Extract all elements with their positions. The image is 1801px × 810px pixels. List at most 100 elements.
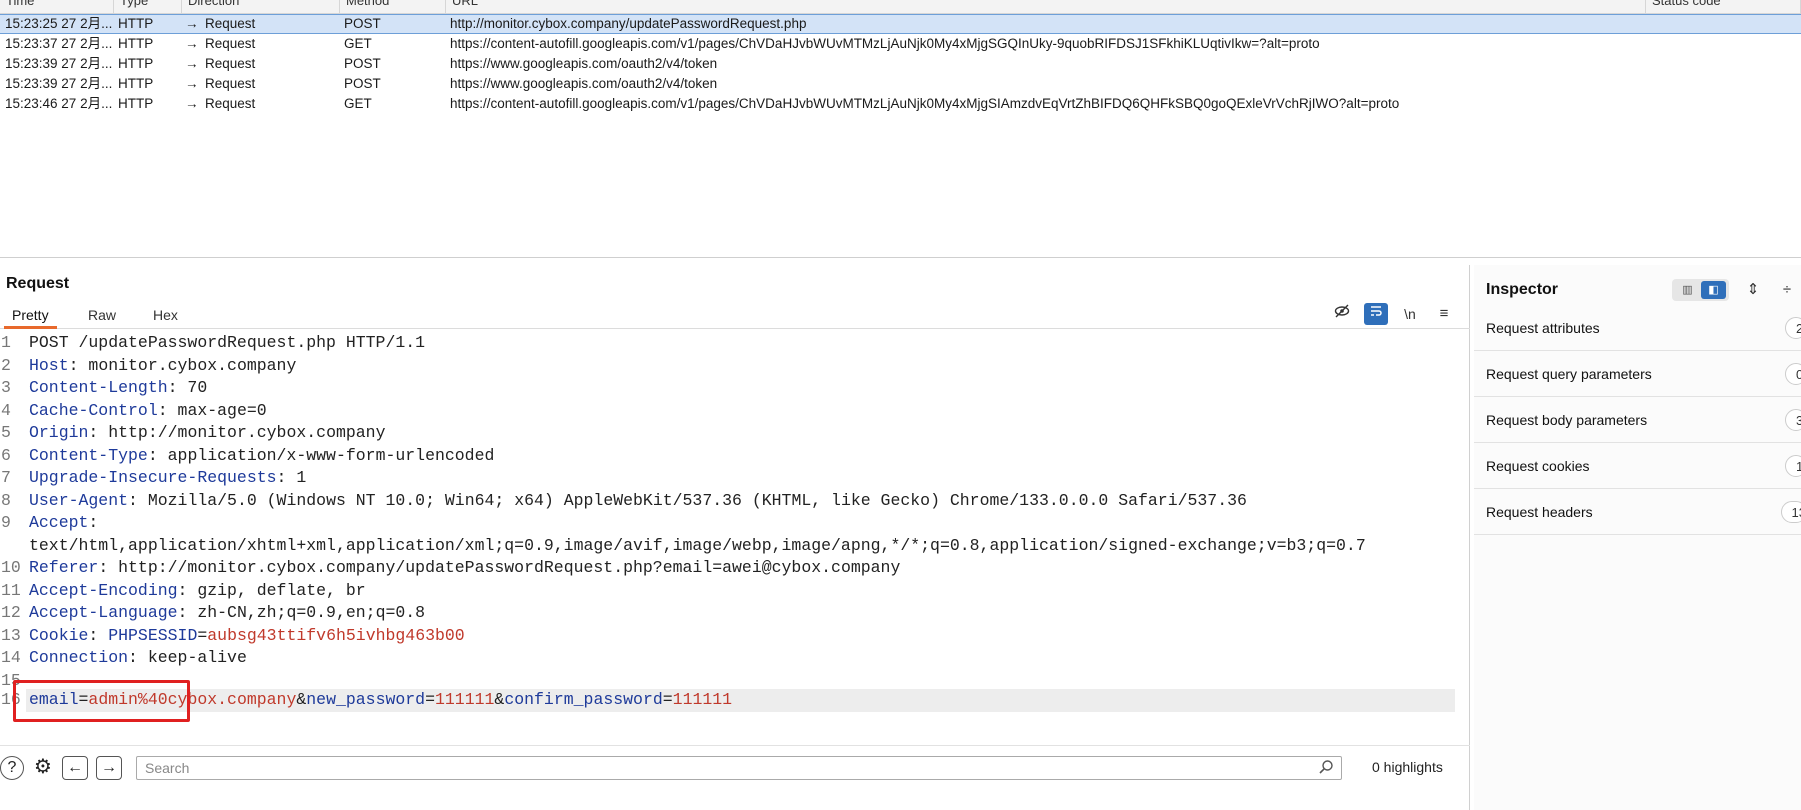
line-number: 5 (1, 423, 11, 442)
line-number: 4 (1, 401, 11, 420)
request-editor[interactable]: 1 POST /updatePasswordRequest.php HTTP/1… (0, 330, 1460, 725)
inspector-row-count: 13 (1780, 501, 1801, 523)
row-direction-cell: → Request (185, 34, 335, 54)
body-param-value: 111111 (672, 690, 733, 709)
inspector-row-request-headers[interactable]: Request headers 13 (1474, 489, 1801, 535)
row-direction-cell: → Request (185, 15, 335, 33)
search-icon[interactable] (1318, 759, 1336, 777)
line-number: 9 (1, 513, 11, 532)
row-direction-cell: → Request (185, 94, 335, 114)
row-type: HTTP (118, 96, 154, 111)
collapse-all-icon[interactable]: ÷ (1776, 279, 1798, 301)
row-direction: Request (205, 56, 256, 71)
row-type: HTTP (118, 76, 154, 91)
header-line: Upgrade-Insecure-Requests: 1 (29, 468, 307, 487)
expand-all-icon[interactable]: ⇕ (1742, 279, 1764, 301)
inspector-row-label: Request cookies (1486, 458, 1590, 474)
line-number: 1 (1, 333, 11, 352)
tab-raw[interactable]: Raw (80, 301, 124, 329)
header-value: 70 (177, 378, 208, 397)
row-time: 15:23:39 27 2月... (5, 56, 113, 71)
column-header-time[interactable]: Time (0, 0, 114, 14)
row-type: HTTP (118, 56, 154, 71)
search-input[interactable] (136, 756, 1342, 780)
table-row[interactable]: 15:23:37 27 2月... HTTP → Request GET http… (0, 34, 1801, 54)
inspector-row-count: 1 (1785, 455, 1801, 477)
line-number: 12 (1, 603, 21, 622)
menu-icon[interactable]: ≡ (1432, 303, 1456, 325)
line-number: 13 (1, 626, 21, 645)
table-row[interactable]: 15:23:46 27 2月... HTTP → Request GET http… (0, 94, 1801, 114)
inspector-row-count: 3 (1785, 409, 1801, 431)
request-panel: Request Pretty Raw Hex \n ≡ 1 POST /upda… (0, 265, 1470, 810)
inspector-row-request-attributes[interactable]: Request attributes 2 (1474, 305, 1801, 351)
column-header-status-code[interactable]: Status code (1646, 0, 1801, 14)
header-line: Referer: http://monitor.cybox.company/up… (29, 558, 901, 577)
arrow-right-icon: → (185, 36, 199, 51)
arrow-right-icon: → (185, 16, 199, 31)
body-param-value: 111111 (435, 690, 495, 709)
tab-pretty[interactable]: Pretty (4, 301, 57, 329)
arrow-left-icon[interactable]: ← (62, 756, 88, 780)
header-value: http://monitor.cybox.company/updatePassw… (108, 558, 901, 577)
header-line: Content-Type: application/x-www-form-url… (29, 446, 495, 465)
inspector-title: Inspector (1486, 281, 1559, 298)
row-time: 15:23:46 27 2月... (5, 96, 113, 111)
row-direction: Request (205, 76, 256, 91)
body-param-name: confirm_password (504, 690, 663, 709)
header-name: Upgrade-Insecure-Requests (29, 468, 277, 487)
word-wrap-icon[interactable] (1364, 303, 1388, 325)
layout-toggle[interactable]: ▥ ◧ (1672, 279, 1729, 301)
header-name: Accept-Encoding (29, 581, 178, 600)
column-header-type[interactable]: Type (114, 0, 182, 14)
request-line: POST /updatePasswordRequest.php HTTP/1.1 (29, 333, 426, 352)
column-header-direction[interactable]: Direction (182, 0, 340, 14)
header-line: Accept-Encoding: gzip, deflate, br (29, 581, 366, 600)
arrow-right-icon: → (185, 76, 199, 91)
header-value: application/x-www-form-urlencoded (157, 446, 495, 465)
header-line: Cache-Control: max-age=0 (29, 401, 267, 420)
header-name: Cache-Control (29, 401, 158, 420)
arrow-right-icon[interactable]: → (96, 756, 122, 780)
line-number: 7 (1, 468, 11, 487)
row-url: https://content-autofill.googleapis.com/… (450, 36, 1320, 51)
header-line: Cookie: PHPSESSID=aubsg43ttifv6h5ivhbg46… (29, 626, 465, 645)
cookie-name: PHPSESSID (98, 626, 198, 645)
inspector-row-count: 2 (1785, 317, 1801, 339)
hide-nonprintable-icon[interactable] (1330, 303, 1354, 325)
inspector-row-request-cookies[interactable]: Request cookies 1 (1474, 443, 1801, 489)
header-value: max-age=0 (167, 401, 267, 420)
header-value: monitor.cybox.company (78, 356, 297, 375)
row-direction-cell: → Request (185, 74, 335, 94)
annotation-highlight-box (13, 680, 190, 722)
row-time: 15:23:37 27 2月... (5, 36, 113, 51)
inspector-row-request-query-parameters[interactable]: Request query parameters 0 (1474, 351, 1801, 397)
row-url: https://www.googleapis.com/oauth2/v4/tok… (450, 56, 718, 71)
line-number: 2 (1, 356, 11, 375)
arrow-right-icon: → (185, 96, 199, 111)
inspector-row-request-body-parameters[interactable]: Request body parameters 3 (1474, 397, 1801, 443)
tab-hex[interactable]: Hex (145, 301, 186, 329)
panel-title: Request (6, 275, 70, 292)
header-line: Accept-Language: zh-CN,zh;q=0.9,en;q=0.8 (29, 603, 426, 622)
help-icon[interactable]: ? (0, 756, 24, 780)
layout-vertical-icon[interactable]: ◧ (1701, 281, 1726, 299)
header-name: User-Agent (29, 491, 129, 510)
gear-icon[interactable]: ⚙ (30, 756, 56, 780)
table-row[interactable]: 15:23:39 27 2月... HTTP → Request POST htt… (0, 54, 1801, 74)
column-header-url[interactable]: URL (446, 0, 1646, 14)
table-row[interactable]: 15:23:25 27 2月... HTTP → Request POST htt… (0, 14, 1801, 34)
column-header-method[interactable]: Method (340, 0, 446, 14)
header-line: Content-Length: 70 (29, 378, 208, 397)
row-direction: Request (205, 96, 256, 111)
layout-horizontal-icon[interactable]: ▥ (1675, 281, 1700, 299)
header-name: Connection (29, 648, 129, 667)
show-newlines-icon[interactable]: \n (1398, 303, 1422, 325)
row-time: 15:23:39 27 2月... (5, 76, 113, 91)
history-table-header: Time Type Direction Method URL Status co… (0, 0, 1801, 14)
header-name: Origin (29, 423, 89, 442)
search-bar: ? ⚙ ← → 0 highlights (0, 745, 1470, 789)
header-value-continued: text/html,application/xhtml+xml,applicat… (29, 536, 1366, 555)
line-number: 8 (1, 491, 11, 510)
table-row[interactable]: 15:23:39 27 2月... HTTP → Request POST htt… (0, 74, 1801, 94)
